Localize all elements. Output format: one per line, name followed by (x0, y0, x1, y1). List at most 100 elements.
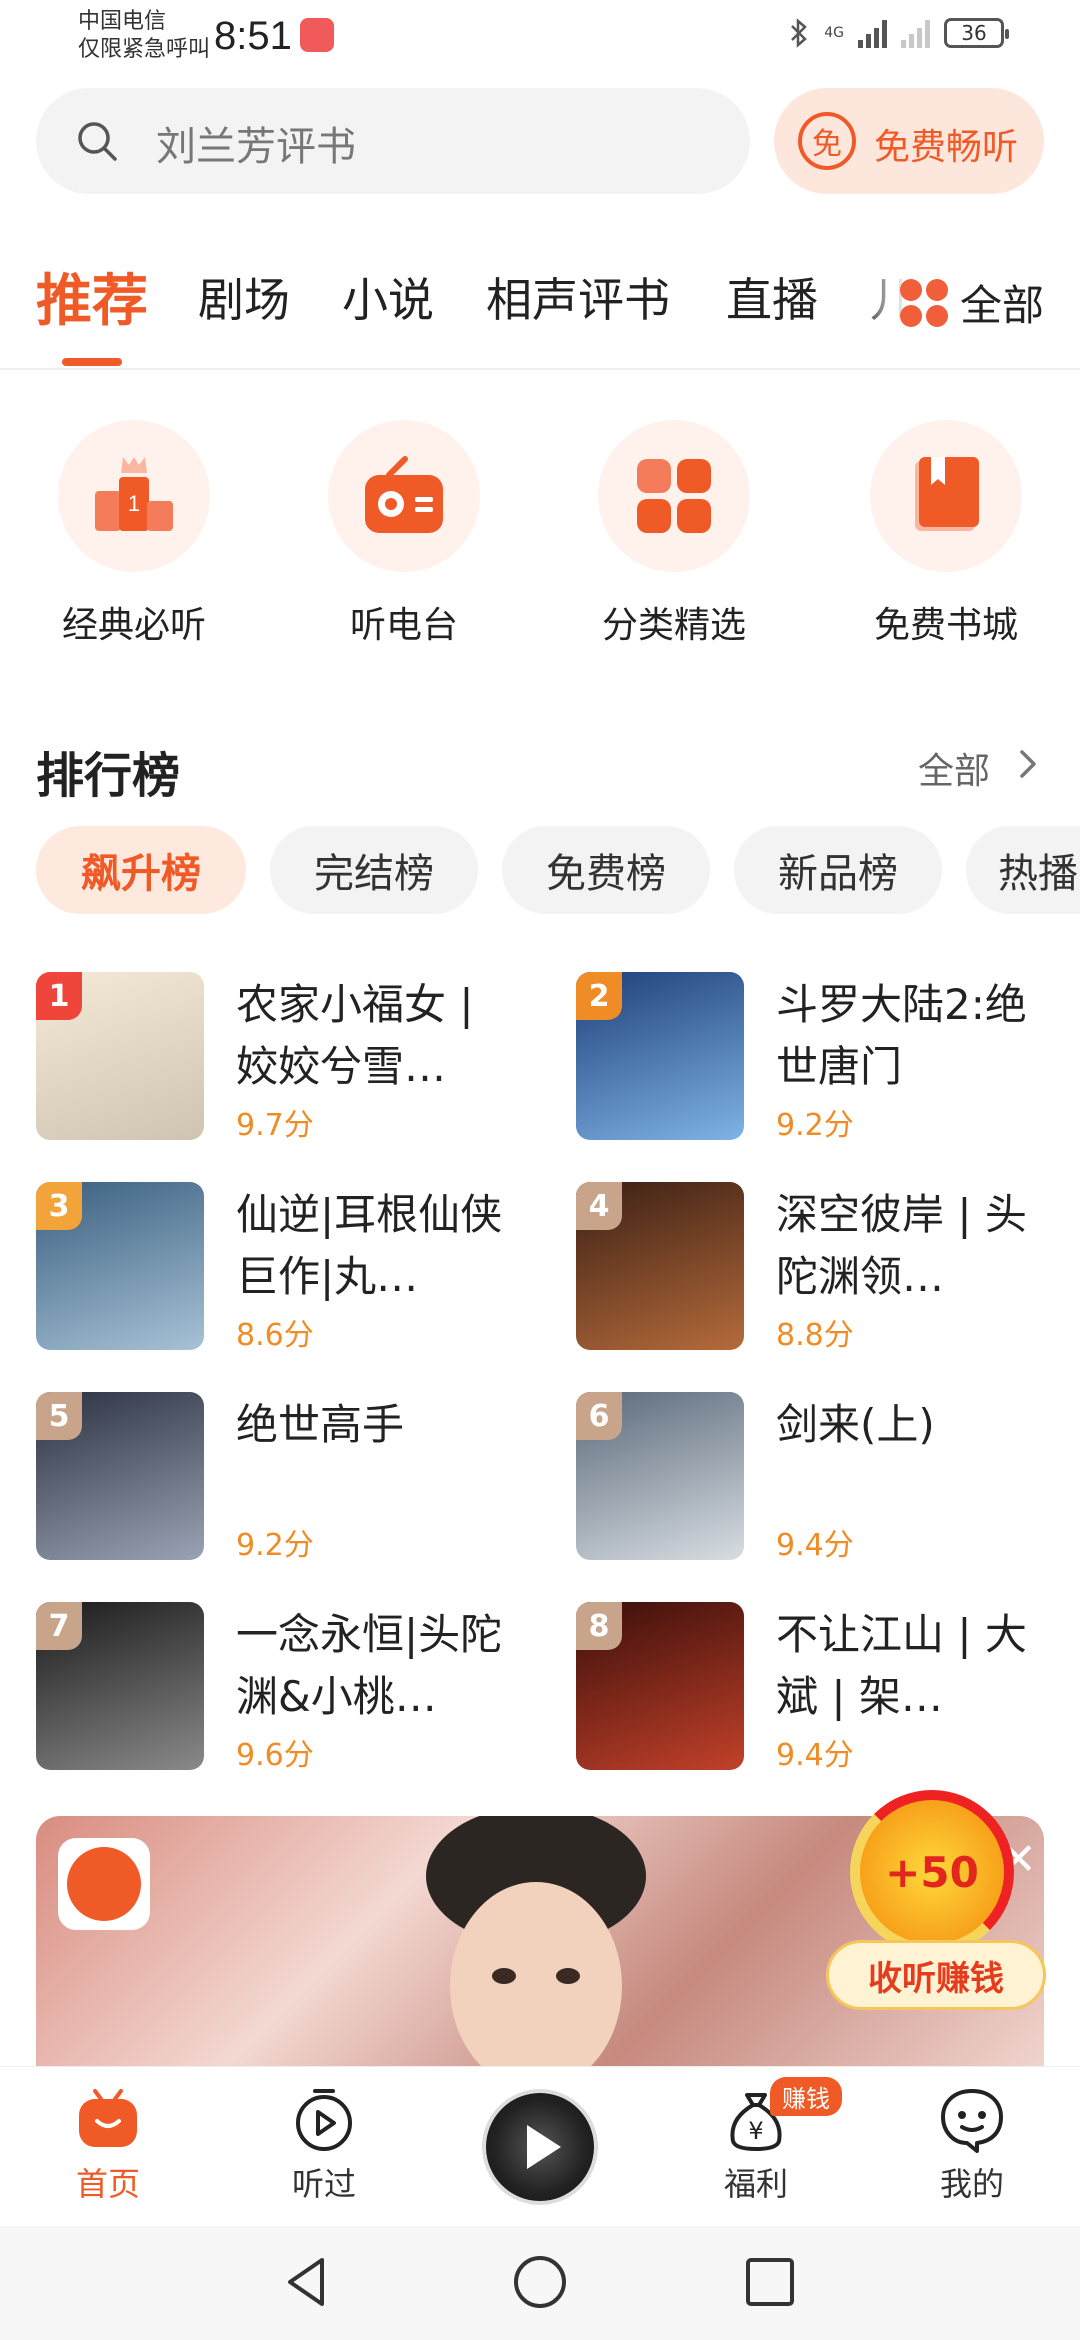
back-icon[interactable] (278, 2252, 338, 2312)
ranking-title: 排行榜 (36, 748, 181, 804)
earn-by-listening-button[interactable]: 收听赚钱 (826, 1940, 1046, 2010)
notification-app-icon (300, 18, 334, 52)
entry-classic-must-listen[interactable]: 1 经典必听 (34, 420, 234, 648)
book-score: 9.7分 (236, 1108, 314, 1143)
all-tabs-label: 全部 (960, 281, 1045, 330)
emergency-only: 仅限紧急呼叫 (78, 37, 211, 62)
entry-label: 听电台 (349, 605, 458, 646)
chip-completed[interactable]: 完结榜 (270, 826, 478, 914)
entry-label: 经典必听 (61, 605, 206, 646)
status-icons: 4G 36 (788, 18, 1009, 48)
carrier-info: 中国电信 仅限紧急呼叫 (78, 8, 210, 64)
status-bar: 中国电信 仅限紧急呼叫 8:51 4G 36 (0, 0, 1080, 80)
search-icon (78, 122, 117, 161)
chip-new[interactable]: 新品榜 (734, 826, 942, 914)
now-playing-disc[interactable] (482, 2089, 598, 2205)
app-logo-icon (58, 1838, 150, 1930)
free-listen-button[interactable]: 免 免费畅听 (774, 88, 1044, 194)
book-item[interactable]: 8 不让江山 | 大斌 | 架… 9.4分 (576, 1602, 1076, 1773)
battery-icon: 36 (944, 18, 1009, 48)
nav-history[interactable]: 听过 (254, 2085, 394, 2205)
radio-icon (365, 456, 443, 533)
rank-badge: 6 (576, 1392, 622, 1440)
book-score: 9.4分 (776, 1528, 854, 1563)
entry-category-picks[interactable]: 分类精选 (574, 420, 774, 648)
bluetooth-icon (791, 18, 808, 48)
nav-label: 福利 (723, 2165, 788, 2203)
book-title: 斗罗大陆2:绝世唐门 (776, 980, 1027, 1091)
chip-rising[interactable]: 飙升榜 (36, 826, 246, 914)
free-listen-label: 免费畅听 (874, 127, 1019, 168)
rank-badge: 7 (36, 1602, 82, 1650)
play-icon (527, 2125, 561, 2169)
book-score: 9.2分 (236, 1528, 314, 1563)
entry-radio[interactable]: 听电台 (304, 420, 504, 648)
rank-badge: 2 (576, 972, 622, 1020)
book-title: 农家小福女 | 姣姣兮雪… (236, 980, 474, 1091)
chevron-right-icon[interactable] (1008, 744, 1048, 784)
profile-chat-icon (937, 2085, 1007, 2155)
book-score: 9.6分 (236, 1738, 314, 1773)
book-item[interactable]: 5 绝世高手 9.2分 (36, 1392, 536, 1563)
recents-square-icon[interactable] (740, 2252, 800, 2312)
listen-reward-widget[interactable]: +50 收听赚钱 (826, 1790, 1046, 2010)
category-tabs: 推荐 剧场 小说 相声评书 直播 儿 全部 (0, 240, 1080, 370)
book-item[interactable]: 7 一念永恒|头陀渊&小桃… 9.6分 (36, 1602, 536, 1773)
history-timer-icon (289, 2085, 359, 2155)
entry-label: 分类精选 (601, 605, 746, 646)
all-tabs-button[interactable]: 全部 (900, 272, 1044, 333)
tab-novel[interactable]: 小说 (342, 264, 434, 330)
bottom-nav: 首页 听过 ¥ 福利 赚钱 我的 (0, 2066, 1080, 2226)
grid-dots-icon (900, 278, 948, 327)
book-item[interactable]: 3 仙逆|耳根仙侠巨作|丸… 8.6分 (36, 1182, 536, 1353)
search-query-text: 刘兰芳评书 (156, 124, 356, 170)
nav-profile[interactable]: 我的 (902, 2085, 1042, 2205)
signal-strength-icon (858, 18, 887, 48)
book-title: 仙逆|耳根仙侠巨作|丸… (236, 1190, 503, 1301)
chip-hot[interactable]: 热播 (966, 826, 1080, 914)
signal-strength-sim2-icon (901, 18, 930, 48)
carrier-name: 中国电信 (78, 9, 167, 34)
earn-money-badge: 赚钱 (770, 2077, 842, 2116)
rank-badge: 8 (576, 1602, 622, 1650)
category-grid-icon (637, 459, 711, 533)
podium-icon: 1 (95, 457, 173, 531)
nav-home[interactable]: 首页 (38, 2085, 178, 2205)
tab-recommend[interactable]: 推荐 (36, 256, 148, 337)
chip-free[interactable]: 免费榜 (502, 826, 710, 914)
tab-live[interactable]: 直播 (726, 264, 818, 330)
book-item[interactable]: 4 深空彼岸 | 头陀渊领… 8.8分 (576, 1182, 1076, 1353)
nav-label: 首页 (75, 2165, 140, 2203)
book-item[interactable]: 1 农家小福女 | 姣姣兮雪… 9.7分 (36, 972, 536, 1143)
active-tab-indicator (62, 358, 122, 366)
nav-label: 听过 (291, 2165, 356, 2203)
book-title: 一念永恒|头陀渊&小桃… (236, 1610, 503, 1721)
rank-badge: 4 (576, 1182, 622, 1230)
search-bar[interactable]: 刘兰芳评书 (36, 88, 750, 194)
tab-theater[interactable]: 剧场 (198, 264, 290, 330)
ranking-all-link[interactable]: 全部 (918, 742, 990, 794)
reward-amount: +50 (885, 1847, 979, 1897)
book-title: 不让江山 | 大斌 | 架… (776, 1610, 1027, 1721)
rank-badge: 3 (36, 1182, 82, 1230)
book-icon (915, 457, 979, 531)
system-nav-bar (0, 2226, 1080, 2340)
network-type: 4G (824, 25, 844, 41)
rank-badge: 1 (36, 972, 82, 1020)
book-title: 剑来(上) (776, 1400, 935, 1449)
svg-text:1: 1 (128, 491, 140, 516)
book-score: 8.6分 (236, 1318, 314, 1353)
book-item[interactable]: 6 剑来(上) 9.4分 (576, 1392, 1076, 1563)
free-badge-icon: 免 (798, 112, 856, 170)
rank-badge: 5 (36, 1392, 82, 1440)
home-circle-icon[interactable] (510, 2252, 570, 2312)
clock: 8:51 (214, 14, 292, 58)
nav-label: 我的 (939, 2165, 1004, 2203)
book-title: 绝世高手 (236, 1400, 405, 1449)
svg-text:¥: ¥ (748, 2117, 763, 2145)
entry-free-bookstore[interactable]: 免费书城 (846, 420, 1046, 648)
tab-crosstalk-storytelling[interactable]: 相声评书 (486, 264, 670, 330)
book-score: 9.4分 (776, 1738, 854, 1773)
battery-level: 36 (961, 21, 987, 45)
book-item[interactable]: 2 斗罗大陆2:绝世唐门 9.2分 (576, 972, 1076, 1143)
